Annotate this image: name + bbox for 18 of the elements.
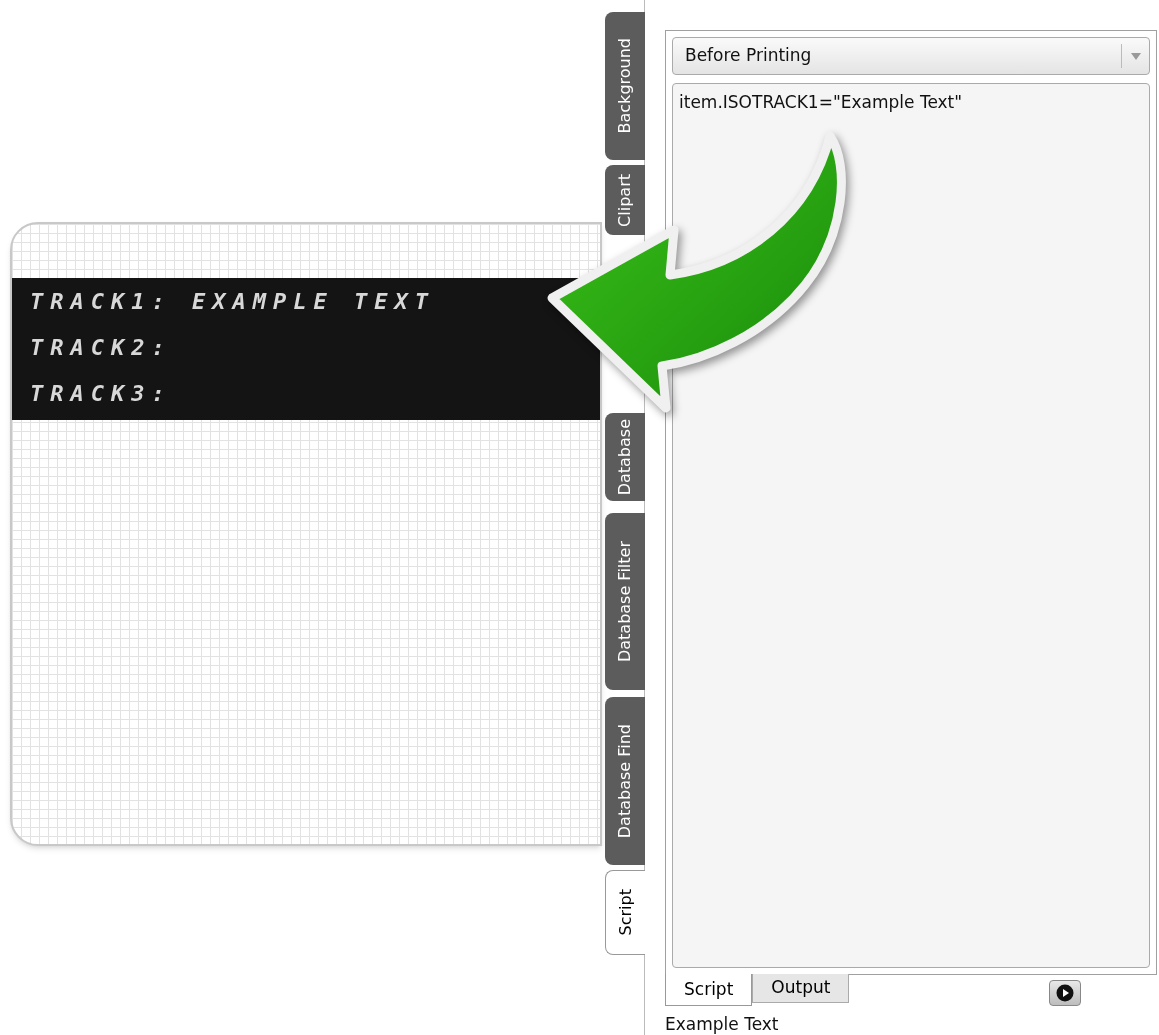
run-button[interactable] bbox=[1049, 980, 1082, 1006]
side-tab[interactable]: Database Find bbox=[605, 697, 645, 865]
play-icon bbox=[1056, 984, 1075, 1002]
track-text: TRACK3: bbox=[30, 380, 173, 408]
bottom-tab[interactable]: Output bbox=[752, 974, 850, 1003]
track-text: TRACK1: EXAMPLE TEXT bbox=[30, 288, 436, 316]
code-editor[interactable]: item.ISOTRACK1="Example Text" bbox=[672, 83, 1150, 968]
output-text: Example Text bbox=[665, 1013, 780, 1035]
track-text: TRACK2: bbox=[30, 334, 173, 362]
side-tab[interactable]: Script bbox=[605, 870, 645, 955]
side-tab[interactable]: Database bbox=[605, 413, 645, 501]
side-tab[interactable]: Clipart bbox=[605, 165, 645, 235]
side-tab[interactable]: Database Filter bbox=[605, 513, 645, 690]
bottom-tab[interactable]: Script bbox=[665, 974, 753, 1006]
code-line: item.ISOTRACK1="Example Text" bbox=[679, 92, 963, 112]
side-tab[interactable]: Background bbox=[605, 12, 645, 160]
event-dropdown[interactable]: Before Printing bbox=[672, 37, 1150, 75]
caret-icon bbox=[1130, 52, 1141, 60]
